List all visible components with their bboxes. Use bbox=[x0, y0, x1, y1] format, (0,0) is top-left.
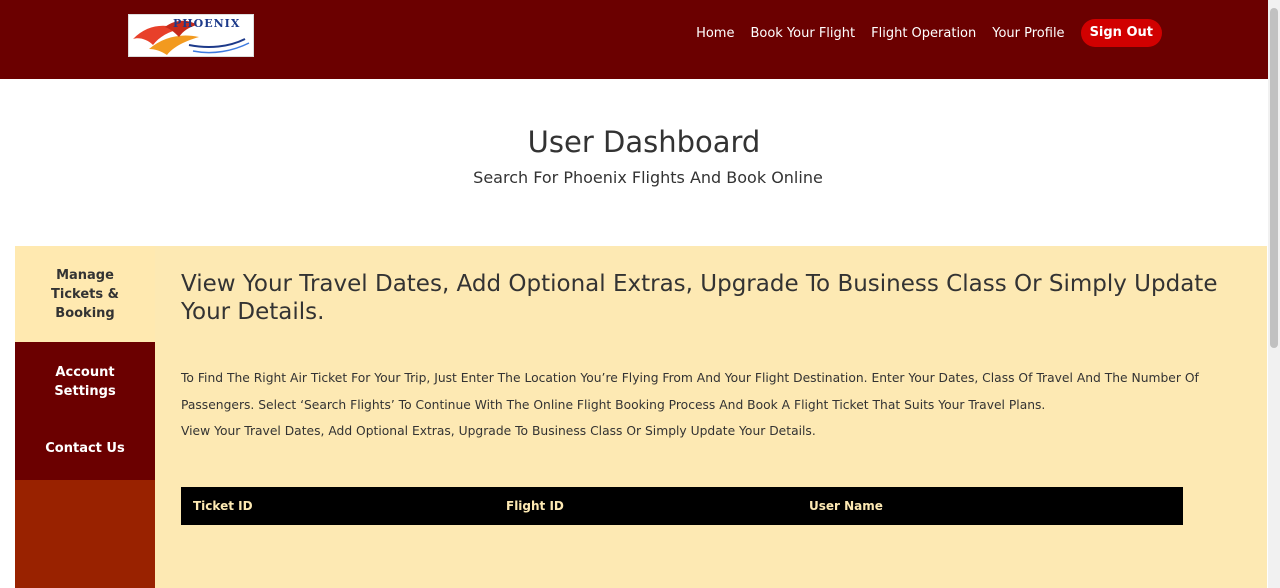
tickets-table-header: Ticket ID Flight ID User Name bbox=[181, 487, 1183, 525]
column-header-user-name: User Name bbox=[809, 499, 883, 513]
phoenix-logo[interactable]: PHOENIX bbox=[128, 14, 254, 57]
sidebar-item-manage-tickets[interactable]: Manage Tickets & Booking bbox=[15, 246, 155, 342]
top-navbar: PHOENIX Home Book Your Flight Flight Ope… bbox=[0, 0, 1268, 79]
sign-out-button[interactable]: Sign Out bbox=[1080, 19, 1162, 47]
info-paragraph: To Find The Right Air Ticket For Your Tr… bbox=[181, 365, 1265, 445]
section-heading: View Your Travel Dates, Add Optional Ext… bbox=[181, 271, 1218, 325]
nav-home-link[interactable]: Home bbox=[696, 26, 734, 41]
column-header-ticket-id: Ticket ID bbox=[193, 499, 253, 513]
nav-book-flight-link[interactable]: Book Your Flight bbox=[750, 26, 855, 41]
page-title: User Dashboard bbox=[527, 125, 761, 159]
nav-flight-operation-link[interactable]: Flight Operation bbox=[871, 26, 976, 41]
dashboard-sidebar: Manage Tickets & Booking Account Setting… bbox=[15, 246, 155, 588]
nav-menu: Home Book Your Flight Flight Operation Y… bbox=[696, 19, 1162, 47]
page-scrollbar[interactable] bbox=[1268, 0, 1280, 588]
info-line: View Your Travel Dates, Add Optional Ext… bbox=[181, 424, 816, 438]
nav-your-profile-link[interactable]: Your Profile bbox=[992, 26, 1064, 41]
main-content-panel: View Your Travel Dates, Add Optional Ext… bbox=[155, 246, 1267, 588]
page-subtitle: Search For Phoenix Flights And Book Onli… bbox=[473, 168, 823, 187]
sidebar-item-account-settings[interactable]: Account Settings bbox=[15, 363, 155, 401]
sidebar-item-contact-us[interactable]: Contact Us bbox=[15, 441, 155, 456]
info-line: Passengers. Select ‘Search Flights’ To C… bbox=[181, 397, 1046, 412]
info-line: To Find The Right Air Ticket For Your Tr… bbox=[181, 371, 1199, 385]
logo-wordmark: PHOENIX bbox=[173, 17, 241, 30]
column-header-flight-id: Flight ID bbox=[506, 499, 564, 513]
